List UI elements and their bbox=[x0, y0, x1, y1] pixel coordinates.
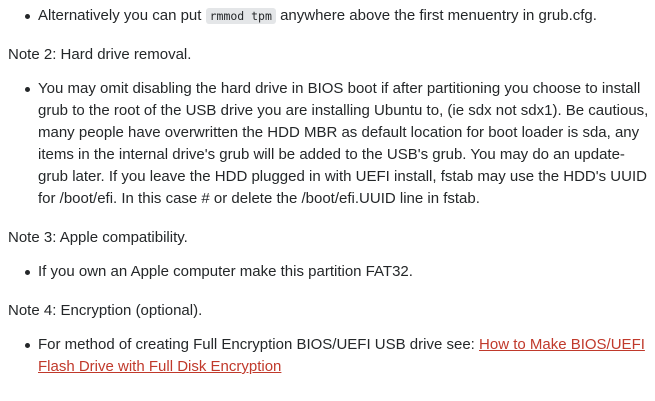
bullet-list-tpm: Alternatively you can put rmmod tpm anyw… bbox=[8, 5, 649, 27]
encryption-bullet-text: For method of creating Full Encryption B… bbox=[38, 336, 480, 353]
list-item-apple: If you own an Apple computer make this p… bbox=[25, 261, 649, 283]
bullet-text-after: anywhere above the first menuentry in gr… bbox=[275, 7, 597, 24]
bullet-list-encryption: For method of creating Full Encryption B… bbox=[8, 334, 649, 378]
note-4-heading: Note 4: Encryption (optional). bbox=[8, 302, 203, 319]
list-item-hard-drive: You may omit disabling the hard drive in… bbox=[25, 78, 649, 210]
answer-body: Alternatively you can put rmmod tpm anyw… bbox=[8, 5, 649, 378]
list-item-rmmod-tpm: Alternatively you can put rmmod tpm anyw… bbox=[25, 5, 649, 27]
note-2-heading: Note 2: Hard drive removal. bbox=[8, 46, 192, 63]
inline-code: rmmod tpm bbox=[205, 8, 276, 24]
bullet-list-hard-drive: You may omit disabling the hard drive in… bbox=[8, 78, 649, 210]
bullet-list-apple: If you own an Apple computer make this p… bbox=[8, 261, 649, 283]
list-item-encryption: For method of creating Full Encryption B… bbox=[25, 334, 649, 378]
bullet-text-before: Alternatively you can put bbox=[38, 7, 206, 24]
note-3-heading: Note 3: Apple compatibility. bbox=[8, 229, 188, 246]
